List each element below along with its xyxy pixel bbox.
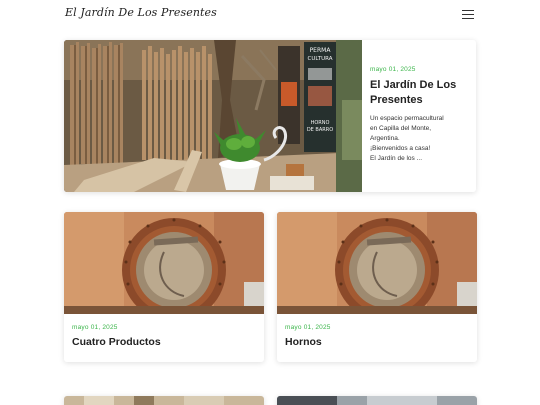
hamburger-menu-icon[interactable]	[462, 9, 476, 21]
post-title-line: Presentes	[370, 94, 423, 106]
oven-photo	[64, 212, 264, 314]
excerpt-line: Un espacio permacultural	[370, 115, 444, 122]
post-card-body: mayo 01, 2025 Hornos	[285, 324, 469, 348]
sign-text: PERMA	[310, 47, 332, 54]
post-image[interactable]	[64, 212, 264, 314]
post-card-body: mayo 01, 2025 Cuatro Productos	[72, 324, 256, 348]
menu-line	[462, 14, 474, 15]
featured-post-image[interactable]: PERMA CULTURA HORNO DE BARRO	[64, 40, 362, 192]
sign-text: DE BARRO	[307, 127, 333, 133]
post-photo	[64, 396, 264, 405]
post-title[interactable]: Cuatro Productos	[72, 336, 256, 348]
featured-post-card[interactable]: PERMA CULTURA HORNO DE BARRO mayo 01, 20…	[64, 40, 476, 192]
site-logo[interactable]: El Jardín De Los Presentes	[65, 6, 217, 19]
post-date: mayo 01, 2025	[72, 324, 118, 331]
post-card[interactable]: mayo 01, 2025 Hornos	[277, 212, 477, 362]
post-date: mayo 01, 2025	[370, 66, 416, 73]
post-image[interactable]	[64, 396, 264, 405]
post-title[interactable]: Hornos	[285, 336, 469, 348]
sign-text: CULTURA	[308, 56, 333, 62]
excerpt-line: ¡Bienvenidos a casa!	[370, 145, 431, 152]
post-card[interactable]	[64, 396, 264, 405]
post-title[interactable]: El Jardín De Los Presentes	[370, 78, 470, 108]
garden-photo: PERMA CULTURA HORNO DE BARRO	[64, 40, 362, 192]
excerpt-line: en Capilla del Monte,	[370, 125, 432, 132]
post-date: mayo 01, 2025	[285, 324, 331, 331]
sign-text: HORNO	[311, 120, 330, 126]
menu-line	[462, 18, 474, 19]
post-image[interactable]	[277, 396, 477, 405]
oven-photo	[277, 212, 477, 314]
post-card[interactable]	[277, 396, 477, 405]
excerpt-line: Argentina.	[370, 135, 400, 142]
menu-line	[462, 10, 474, 11]
site-header: El Jardín De Los Presentes	[0, 0, 540, 30]
featured-post-body: mayo 01, 2025 El Jardín De Los Presentes…	[370, 66, 470, 164]
post-photo	[277, 396, 477, 405]
post-card[interactable]: mayo 01, 2025 Cuatro Productos	[64, 212, 264, 362]
post-excerpt: Un espacio permacultural en Capilla del …	[370, 114, 470, 164]
post-title-line: El Jardín De Los	[370, 79, 457, 91]
excerpt-line: El Jardín de los ...	[370, 155, 423, 162]
post-image[interactable]	[277, 212, 477, 314]
